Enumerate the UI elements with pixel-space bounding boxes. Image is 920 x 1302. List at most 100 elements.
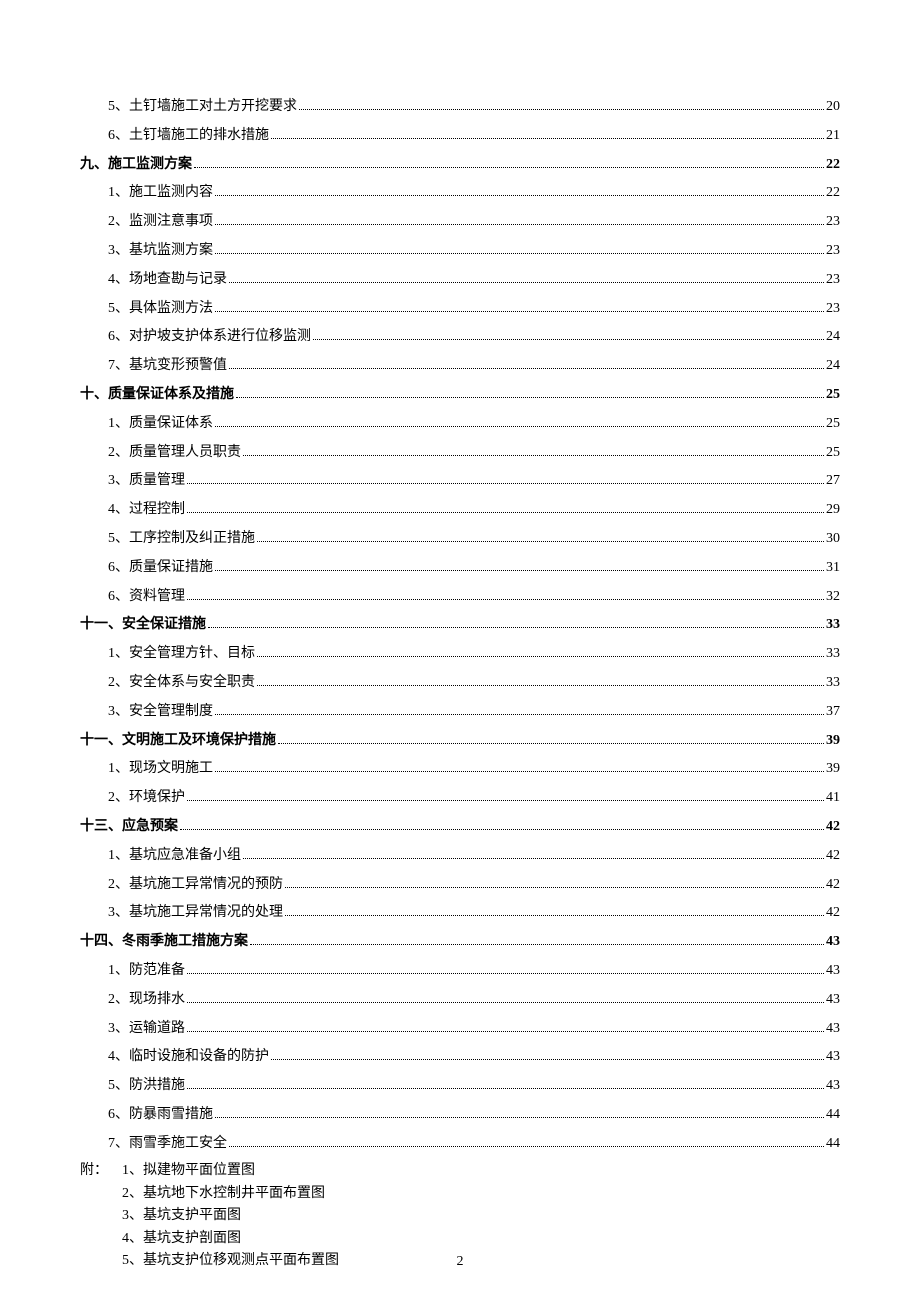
toc-entry: 4、场地查勘与记录 23 (108, 268, 840, 292)
toc-entry-label: 1、施工监测内容 (108, 181, 213, 205)
toc-entry-label: 5、具体监测方法 (108, 297, 213, 321)
toc-entry-page: 33 (826, 642, 840, 666)
toc-leader-dots (257, 530, 824, 542)
toc-entry: 6、对护坡支护体系进行位移监测 24 (108, 325, 840, 349)
toc-entry-page: 42 (826, 844, 840, 868)
toc-entry: 十三、应急预案 42 (80, 815, 840, 839)
toc-entry-label: 十、质量保证体系及措施 (80, 383, 234, 407)
toc-entry-page: 43 (826, 1017, 840, 1041)
toc-entry-label: 4、过程控制 (108, 498, 185, 522)
toc-entry: 3、运输道路 43 (108, 1017, 840, 1041)
toc-entry-page: 24 (826, 354, 840, 378)
toc-entry: 6、资料管理 32 (108, 585, 840, 609)
toc-entry-label: 1、现场文明施工 (108, 757, 213, 781)
toc-entry-page: 42 (826, 873, 840, 897)
toc-entry-label: 6、对护坡支护体系进行位移监测 (108, 325, 311, 349)
toc-leader-dots (187, 789, 824, 801)
toc-leader-dots (285, 904, 824, 916)
toc-leader-dots (271, 127, 824, 139)
toc-entry: 1、施工监测内容 22 (108, 181, 840, 205)
toc-entry-page: 31 (826, 556, 840, 580)
toc-entry: 4、过程控制29 (108, 498, 840, 522)
toc-leader-dots (187, 962, 824, 974)
toc-entry: 2、质量管理人员职责25 (108, 441, 840, 465)
toc-leader-dots (180, 818, 824, 830)
toc-entry-page: 43 (826, 1045, 840, 1069)
toc-entry-page: 37 (826, 700, 840, 724)
toc-entry-label: 5、防洪措施 (108, 1074, 185, 1098)
toc-entry: 十一、文明施工及环境保护措施39 (80, 729, 840, 753)
toc-entry-label: 6、土钉墙施工的排水措施 (108, 124, 269, 148)
toc-leader-dots (187, 1019, 824, 1031)
toc-entry-page: 32 (826, 585, 840, 609)
toc-leader-dots (215, 415, 824, 427)
toc-entry-page: 44 (826, 1132, 840, 1156)
toc-entry-page: 43 (826, 959, 840, 983)
toc-leader-dots (313, 328, 824, 340)
toc-entry-label: 2、质量管理人员职责 (108, 441, 241, 465)
toc-entry-page: 42 (826, 901, 840, 925)
toc-leader-dots (215, 242, 824, 254)
toc-entry: 6、土钉墙施工的排水措施 21 (108, 124, 840, 148)
toc-entry: 7、雨雪季施工安全44 (108, 1132, 840, 1156)
toc-entry-page: 44 (826, 1103, 840, 1127)
toc-entry: 5、工序控制及纠正措施30 (108, 527, 840, 551)
toc-entry-page: 33 (826, 613, 840, 637)
toc-entry: 7、基坑变形预警值 24 (108, 354, 840, 378)
toc-entry-label: 1、基坑应急准备小组 (108, 844, 241, 868)
toc-entry-label: 3、运输道路 (108, 1017, 185, 1041)
toc-entry-page: 39 (826, 757, 840, 781)
toc-entry-label: 4、场地查勘与记录 (108, 268, 227, 292)
toc-leader-dots (215, 184, 824, 196)
toc-entry: 2、安全体系与安全职责33 (108, 671, 840, 695)
toc-entry-page: 24 (826, 325, 840, 349)
toc-entry-page: 23 (826, 210, 840, 234)
toc-entry-label: 2、监测注意事项 (108, 210, 213, 234)
page-number: 2 (0, 1254, 920, 1270)
toc-leader-dots (243, 847, 824, 859)
toc-entry-page: 23 (826, 297, 840, 321)
toc-entry-label: 3、基坑施工异常情况的处理 (108, 901, 283, 925)
toc-entry-page: 21 (826, 124, 840, 148)
toc-entry: 2、监测注意事项 23 (108, 210, 840, 234)
toc-leader-dots (236, 386, 824, 398)
toc-entry-page: 43 (826, 1074, 840, 1098)
toc-entry-label: 1、防范准备 (108, 959, 185, 983)
toc-entry-label: 3、基坑监测方案 (108, 239, 213, 263)
toc-entry-page: 42 (826, 815, 840, 839)
toc-entry-page: 30 (826, 527, 840, 551)
toc-entry-label: 2、现场排水 (108, 988, 185, 1012)
attach-item: 2、基坑地下水控制井平面布置图 (122, 1183, 339, 1205)
toc-entry-label: 十一、文明施工及环境保护措施 (80, 729, 276, 753)
toc-leader-dots (285, 875, 824, 887)
toc-entry-page: 22 (826, 153, 840, 177)
toc-leader-dots (187, 587, 824, 599)
toc-entry: 1、质量保证体系 25 (108, 412, 840, 436)
toc-entry: 2、基坑施工异常情况的预防42 (108, 873, 840, 897)
table-of-contents: 5、土钉墙施工对土方开挖要求206、土钉墙施工的排水措施21九、施工监测方案22… (80, 95, 840, 1155)
toc-entry: 3、安全管理制度37 (108, 700, 840, 724)
toc-entry-label: 十四、冬雨季施工措施方案 (80, 930, 248, 954)
toc-leader-dots (229, 357, 824, 369)
toc-entry: 3、基坑监测方案23 (108, 239, 840, 263)
toc-entry: 十四、冬雨季施工措施方案43 (80, 930, 840, 954)
toc-entry-label: 1、质量保证体系 (108, 412, 213, 436)
toc-entry-page: 22 (826, 181, 840, 205)
toc-entry-page: 27 (826, 469, 840, 493)
toc-leader-dots (194, 155, 824, 167)
toc-entry-page: 25 (826, 383, 840, 407)
toc-entry-page: 33 (826, 671, 840, 695)
toc-entry-page: 23 (826, 268, 840, 292)
toc-entry-label: 十三、应急预案 (80, 815, 178, 839)
toc-leader-dots (215, 213, 824, 225)
toc-leader-dots (215, 703, 824, 715)
toc-entry-label: 6、资料管理 (108, 585, 185, 609)
toc-entry: 3、基坑施工异常情况的处理 42 (108, 901, 840, 925)
toc-leader-dots (278, 731, 824, 743)
toc-entry: 九、施工监测方案22 (80, 153, 840, 177)
toc-entry-label: 7、基坑变形预警值 (108, 354, 227, 378)
toc-entry-label: 3、质量管理 (108, 469, 185, 493)
toc-leader-dots (215, 559, 824, 571)
toc-entry-page: 25 (826, 412, 840, 436)
toc-entry: 2、现场排水43 (108, 988, 840, 1012)
